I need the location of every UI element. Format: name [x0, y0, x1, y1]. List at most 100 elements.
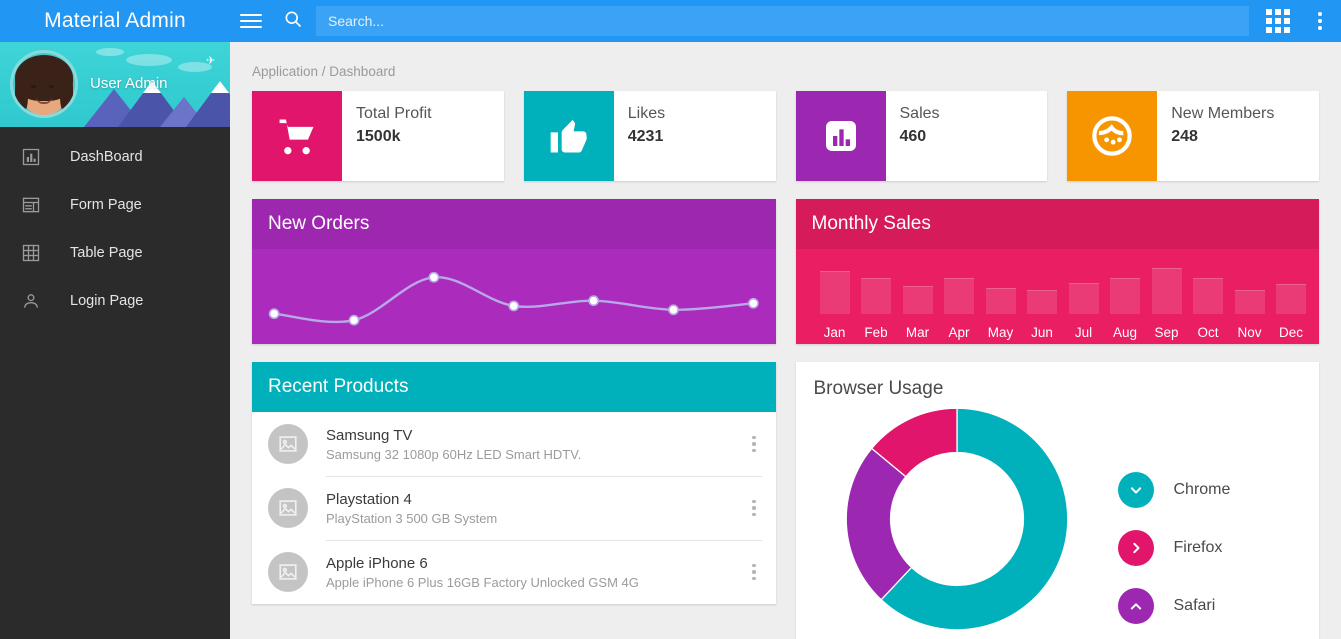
- product-subtitle: Apple iPhone 6 Plus 16GB Factory Unlocke…: [326, 574, 639, 590]
- stat-label: Sales: [899, 105, 940, 122]
- stat-card-body: Total Profit 1500k: [342, 91, 432, 181]
- menu-toggle-button[interactable]: [230, 0, 272, 42]
- stat-value: 460: [899, 128, 927, 146]
- dashboard-page: Material Admin ✈ User Admin DashBoard Fo…: [0, 0, 1341, 639]
- stat-label: New Members: [1171, 105, 1275, 122]
- browser-usage-donut-chart[interactable]: [822, 404, 1092, 634]
- topbar: [230, 0, 1341, 42]
- avatar[interactable]: [10, 50, 78, 118]
- legend-item[interactable]: Safari: [1117, 588, 1231, 624]
- breadcrumb: Application / Dashboard: [252, 64, 396, 79]
- apps-button[interactable]: [1257, 0, 1299, 42]
- sales-bar: [985, 288, 1016, 314]
- sales-bar: [1027, 290, 1057, 314]
- product-title: Samsung TV: [326, 426, 413, 444]
- brand-title: Material Admin: [44, 9, 186, 32]
- stat-card-likes[interactable]: Likes 4231: [523, 91, 776, 181]
- sidebar: Material Admin ✈ User Admin DashBoard Fo…: [0, 0, 230, 639]
- grid-table-icon: [18, 240, 44, 266]
- avatar-eye: [49, 85, 54, 88]
- snowcap-decoration: [211, 81, 229, 93]
- more-vertical-icon[interactable]: [746, 496, 762, 521]
- sales-month-label: Nov: [1237, 325, 1262, 340]
- search-input[interactable]: [316, 6, 1249, 36]
- stat-value: 4231: [627, 128, 664, 146]
- legend-label: Safari: [1173, 597, 1216, 614]
- stat-value: 248: [1171, 128, 1198, 146]
- sidebar-nav: DashBoard Form Page Table Page Login Pag…: [0, 127, 230, 325]
- airplane-icon: ✈: [206, 55, 216, 67]
- sidebar-item-dashboard[interactable]: DashBoard: [0, 133, 230, 181]
- sidebar-item-login-page[interactable]: Login Page: [0, 277, 230, 325]
- search-icon: [283, 9, 303, 34]
- main-content: Application / Dashboard Total Profit 150…: [230, 42, 1341, 639]
- shopping-cart-icon: [252, 91, 342, 181]
- product-title: Playstation 4: [326, 490, 412, 508]
- profile-name: User Admin: [90, 75, 168, 92]
- monthly-sales-wrapper: Monthly Sales Jan Feb Mar Apr May Jun Jul Aug Se…: [786, 199, 1330, 344]
- browser-usage-panel: Browser Usage Chrome Firefox Safari: [795, 362, 1320, 639]
- product-texts: Samsung TV Samsung 32 1080p 60Hz LED Smar…: [326, 427, 746, 462]
- list-item[interactable]: Samsung TV Samsung 32 1080p 60Hz LED Smar…: [252, 412, 776, 476]
- browser-usage-body: Chrome Firefox Safari: [796, 404, 1320, 639]
- hamburger-icon: [240, 10, 262, 32]
- sidebar-item-label: Form Page: [70, 197, 142, 213]
- sales-bar: [1110, 278, 1140, 314]
- legend-item[interactable]: Chrome: [1117, 472, 1230, 508]
- stats-row: Total Profit 1500k Likes 4231 Sales 460 …: [230, 91, 1341, 181]
- stat-card-new-members-wrapper: New Members 248: [1057, 91, 1329, 181]
- sales-bar: [1068, 283, 1099, 314]
- sales-month-label: Dec: [1278, 325, 1303, 340]
- sidebar-item-table-page[interactable]: Table Page: [0, 229, 230, 277]
- browser-usage-legend: Chrome Firefox Safari: [1092, 404, 1231, 639]
- stat-card-total-profit[interactable]: Total Profit 1500k: [252, 91, 504, 181]
- chevron-up-icon: [1117, 588, 1154, 624]
- stat-card-body: Likes 4231: [614, 91, 665, 181]
- sales-bar: [819, 271, 850, 314]
- recent-products-wrapper: Recent Products Samsung TV Samsung 32 108…: [242, 362, 786, 639]
- stat-card-body: New Members 248: [1157, 91, 1274, 181]
- stat-card-body: Sales 460: [886, 91, 940, 181]
- browser-usage-title: Browser Usage: [813, 378, 944, 399]
- stat-label: Total Profit: [356, 105, 432, 122]
- recent-products-panel: Recent Products Samsung TV Samsung 32 108…: [252, 362, 776, 604]
- monthly-sales-chart[interactable]: Jan Feb Mar Apr May Jun Jul Aug Sep Oct Nov Dec: [796, 249, 1320, 344]
- list-item[interactable]: Apple iPhone 6 Apple iPhone 6 Plus 16GB F…: [252, 540, 776, 604]
- sales-bar: [1193, 278, 1223, 314]
- sales-bar: [861, 278, 891, 314]
- product-subtitle: Samsung 32 1080p 60Hz LED Smart HDTV.: [326, 446, 582, 462]
- stat-card-sales-wrapper: Sales 460: [786, 91, 1058, 181]
- stat-card-sales[interactable]: Sales 460: [795, 91, 1048, 181]
- image-placeholder-icon: [268, 552, 308, 592]
- sales-bar: [1151, 268, 1182, 314]
- more-options-button[interactable]: [1299, 0, 1341, 42]
- bar-chart-icon: [795, 91, 886, 181]
- sidebar-item-label: Login Page: [70, 293, 144, 309]
- legend-item[interactable]: Firefox: [1117, 530, 1231, 566]
- more-vertical-icon[interactable]: [746, 432, 762, 457]
- search-button[interactable]: [272, 0, 314, 42]
- sales-month-label: May: [987, 325, 1014, 340]
- sales-month-label: Sep: [1154, 325, 1179, 340]
- product-subtitle: PlayStation 3 500 GB System: [326, 510, 498, 526]
- face-icon: [1067, 91, 1158, 181]
- recent-products-list: Samsung TV Samsung 32 1080p 60Hz LED Smar…: [252, 412, 776, 604]
- stat-card-total-profit-wrapper: Total Profit 1500k: [242, 91, 514, 181]
- sales-bar: [1234, 290, 1265, 314]
- user-profile-header[interactable]: ✈ User Admin: [0, 42, 230, 127]
- product-texts: Playstation 4 PlayStation 3 500 GB System: [326, 491, 746, 526]
- stat-card-new-members[interactable]: New Members 248: [1067, 91, 1319, 181]
- sidebar-item-form-page[interactable]: Form Page: [0, 181, 230, 229]
- sales-bar: [902, 286, 933, 314]
- more-vertical-icon[interactable]: [746, 560, 762, 585]
- product-title: Apple iPhone 6: [326, 554, 428, 572]
- avatar-eye: [31, 85, 36, 88]
- recent-products-title: Recent Products: [252, 362, 776, 412]
- search-field-wrapper: [314, 6, 1257, 36]
- list-item[interactable]: Playstation 4 PlayStation 3 500 GB System: [252, 476, 776, 540]
- bottom-row: Recent Products Samsung TV Samsung 32 108…: [230, 362, 1341, 639]
- new-orders-chart[interactable]: [252, 249, 776, 344]
- bar-chart-icon: [18, 144, 44, 170]
- sales-month-label: Jul: [1074, 325, 1093, 340]
- thumb-up-icon: [523, 91, 614, 181]
